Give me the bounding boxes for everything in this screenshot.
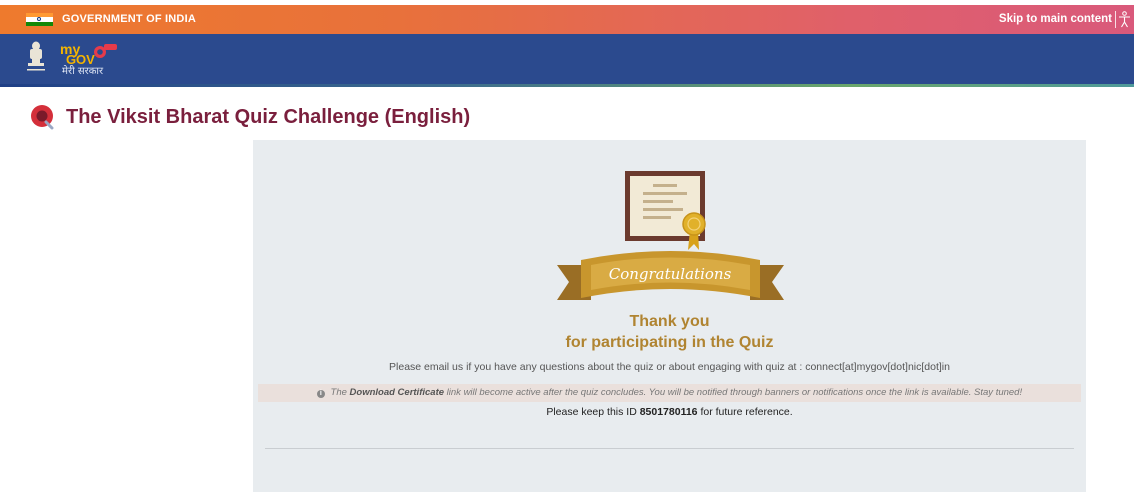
certificate-info-banner: i The Download Certificate link will bec… <box>258 384 1081 402</box>
site-header: my G OV मेरी सरकार <box>0 34 1134 84</box>
download-certificate-label: Download Certificate <box>349 387 445 398</box>
id-prefix: Please keep this ID <box>546 406 637 418</box>
id-suffix: for future reference. <box>700 406 793 418</box>
participation-heading: for participating in the Quiz <box>565 334 774 351</box>
reference-id: 8501780116 <box>639 406 698 418</box>
page-title: The Viksit Bharat Quiz Challenge (Englis… <box>66 106 471 128</box>
divider <box>265 448 1074 449</box>
mygov-tagline: मेरी सरकार <box>62 66 104 77</box>
info-suffix: link will become active after the quiz c… <box>446 387 1023 398</box>
info-icon: i <box>316 390 325 398</box>
info-prefix: The <box>330 387 347 398</box>
national-emblem-icon[interactable] <box>24 40 48 76</box>
government-label[interactable]: GOVERNMENT OF INDIA <box>62 13 196 25</box>
india-flag-icon <box>26 13 53 26</box>
contact-email-note: Please email us if you have any question… <box>389 361 950 373</box>
skip-to-main-content-link[interactable]: Skip to main content <box>999 13 1112 25</box>
divider <box>1115 11 1116 28</box>
header-accent-line <box>0 84 1134 87</box>
reference-id-note: Please keep this ID 8501780116 for futur… <box>253 406 1086 418</box>
government-bar: GOVERNMENT OF INDIA Skip to main content <box>0 5 1134 34</box>
quiz-result-panel: Congratulations Thank you for participat… <box>253 140 1086 492</box>
accessibility-icon[interactable] <box>1118 11 1131 28</box>
ribbon-text: Congratulations <box>609 265 732 283</box>
thank-you-heading: Thank you <box>629 313 710 330</box>
quiz-icon <box>31 105 54 130</box>
